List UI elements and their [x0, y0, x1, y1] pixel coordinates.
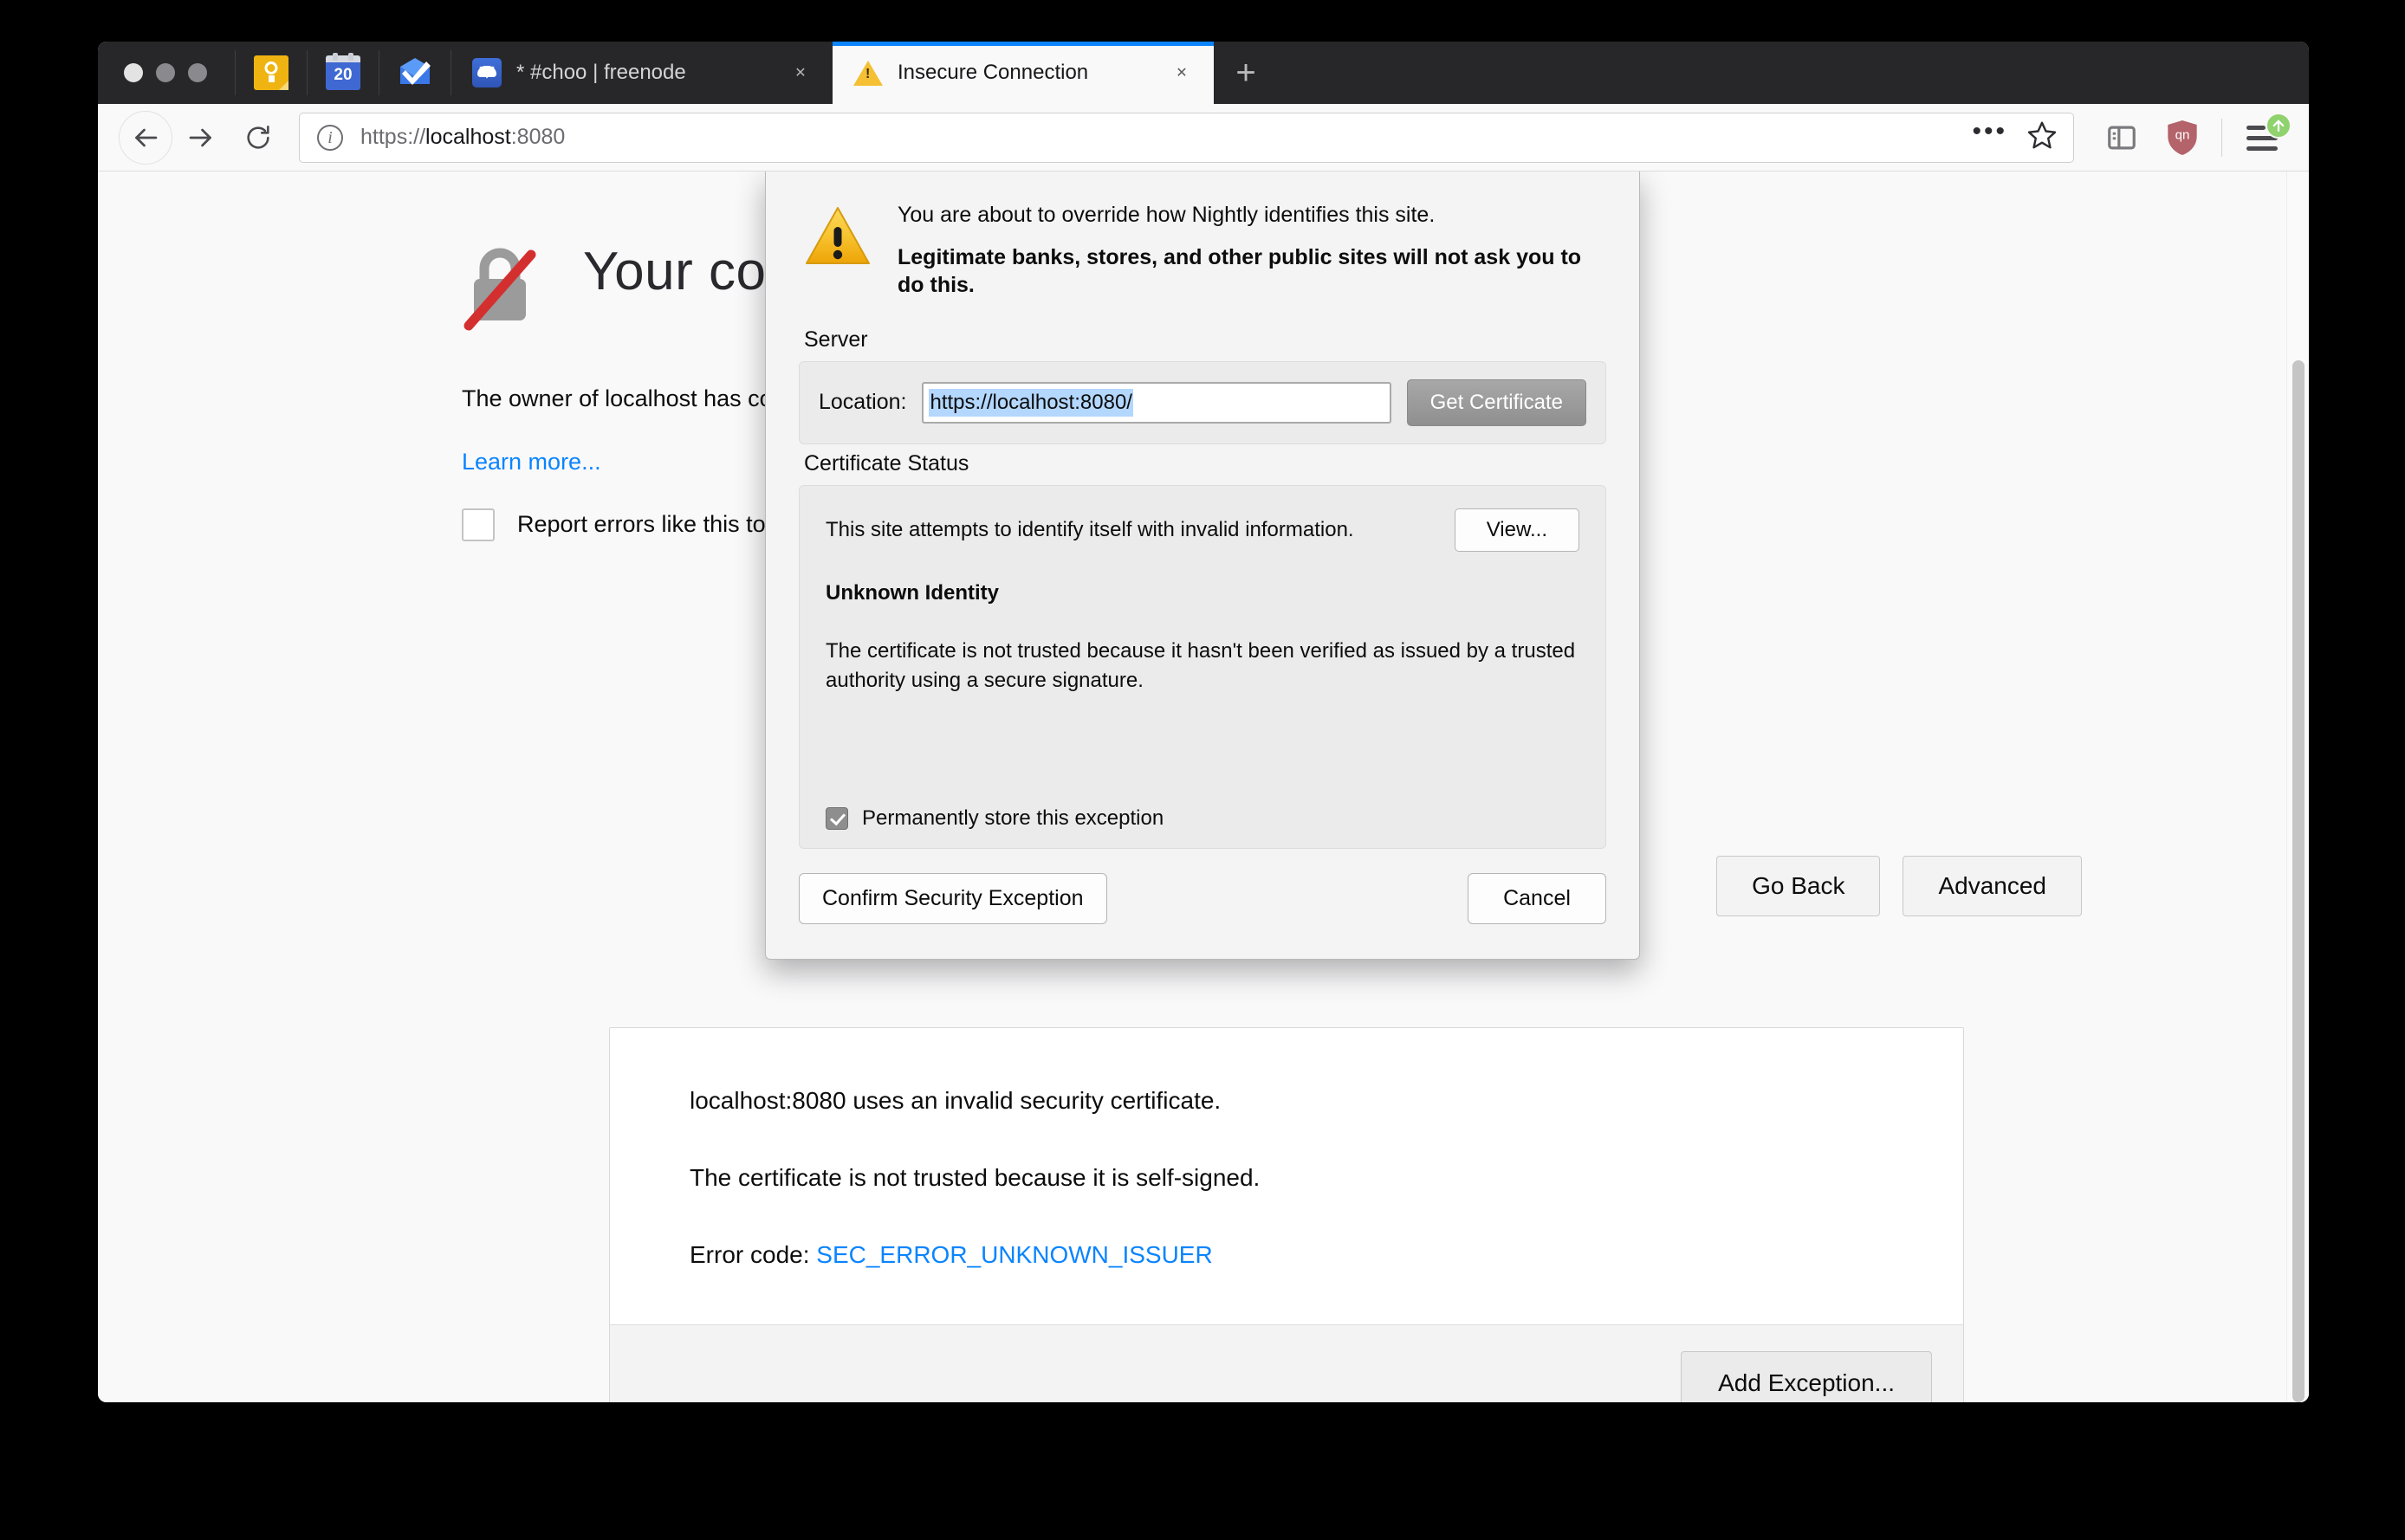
update-available-badge[interactable] — [2266, 112, 2292, 139]
error-code-prefix: Error code: — [690, 1241, 817, 1269]
location-input[interactable]: https://localhost:8080/ — [922, 381, 1391, 424]
calendar-day-number: 20 — [334, 66, 353, 84]
pinned-tab-keep[interactable] — [236, 42, 307, 104]
error-code-link[interactable]: SEC_ERROR_UNKNOWN_ISSUER — [816, 1241, 1212, 1268]
page-actions-icon[interactable]: ••• — [1963, 118, 2016, 157]
advanced-button[interactable]: Advanced — [1903, 856, 2082, 916]
tab-close-icon[interactable]: ✕ — [1165, 56, 1198, 89]
location-label: Location: — [819, 390, 907, 414]
learn-more-link[interactable]: Learn more... — [462, 449, 601, 476]
certificate-status-heading: Unknown Identity — [826, 580, 999, 605]
tab-choo-freenode[interactable]: * #choo | freenode ✕ — [451, 42, 833, 104]
advanced-panel-body: localhost:8080 uses an invalid security … — [610, 1028, 1963, 1324]
broken-lock-icon — [462, 243, 538, 333]
star-icon[interactable] — [2026, 120, 2058, 155]
window-close-button[interactable] — [124, 63, 143, 82]
certificate-status-group: This site attempts to identify itself wi… — [799, 484, 1606, 849]
browser-window: 20 * #choo | freenode ✕ Insecure Conn — [98, 42, 2309, 1402]
dialog-intro-text: You are about to override how Nightly id… — [898, 203, 1436, 227]
svg-text:ub: ub — [2175, 128, 2190, 143]
tab-strip: 20 * #choo | freenode ✕ Insecure Conn — [98, 42, 2309, 104]
dialog-header: You are about to override how Nightly id… — [766, 171, 1639, 320]
advanced-line-invalid-cert: localhost:8080 uses an invalid security … — [690, 1087, 1222, 1114]
new-tab-button[interactable]: + — [1214, 42, 1278, 104]
window-traffic-lights — [98, 42, 235, 104]
advanced-panel-footer: Add Exception... — [610, 1323, 1963, 1402]
tab-close-icon[interactable]: ✕ — [784, 56, 817, 89]
report-errors-checkbox[interactable] — [462, 508, 495, 541]
permanently-store-checkbox[interactable] — [826, 806, 848, 830]
pinned-tab-inbox[interactable] — [379, 42, 451, 104]
server-group-label: Server — [804, 327, 868, 352]
pinned-tab-calendar[interactable]: 20 — [308, 42, 379, 104]
location-input-value: https://localhost:8080/ — [929, 388, 1133, 417]
dialog-footer: Confirm Security Exception Cancel — [766, 849, 1639, 959]
page-scrollbar[interactable] — [2286, 171, 2309, 1402]
hamburger-menu-icon[interactable] — [2234, 111, 2292, 165]
sidebar-icon[interactable] — [2095, 111, 2149, 165]
cancel-button[interactable]: Cancel — [1468, 872, 1606, 924]
address-bar[interactable]: i https://localhost:8080 ••• — [299, 112, 2074, 163]
server-group: Location: https://localhost:8080/ Get Ce… — [799, 360, 1606, 444]
url-text: https://localhost:8080 — [360, 125, 1963, 150]
advanced-error-code-row: Error code: SEC_ERROR_UNKNOWN_ISSUER — [690, 1238, 1883, 1271]
keep-icon — [254, 55, 288, 90]
go-back-button[interactable]: Go Back — [1716, 856, 1881, 916]
warning-triangle-icon — [804, 204, 872, 300]
certificate-status-group-label: Certificate Status — [804, 450, 969, 476]
inbox-icon — [398, 55, 432, 90]
advanced-line-self-signed: The certificate is not trusted because i… — [690, 1164, 1261, 1192]
page-viewport: Your connection is not secure The owner … — [98, 171, 2309, 1402]
back-button[interactable] — [119, 110, 172, 165]
window-minimize-button[interactable] — [156, 63, 175, 82]
advanced-panel: localhost:8080 uses an invalid security … — [609, 1027, 1964, 1402]
certificate-status-body: The certificate is not trusted because i… — [826, 638, 1576, 693]
page-scrollbar-thumb[interactable] — [2292, 360, 2305, 1402]
certificate-status-summary: This site attempts to identify itself wi… — [826, 517, 1354, 541]
hangouts-icon — [472, 58, 502, 87]
dialog-warning-text: Legitimate banks, stores, and other publ… — [898, 244, 1582, 298]
url-host: localhost — [425, 125, 511, 149]
site-info-icon[interactable]: i — [317, 124, 343, 151]
calendar-icon: 20 — [326, 53, 360, 90]
add-exception-button[interactable]: Add Exception... — [1681, 1350, 1932, 1402]
toolbar-divider — [2221, 118, 2222, 157]
url-scheme: https:// — [360, 125, 426, 149]
reload-button[interactable] — [230, 109, 287, 166]
view-certificate-button[interactable]: View... — [1454, 508, 1579, 552]
navigation-toolbar: i https://localhost:8080 ••• ub — [98, 104, 2309, 171]
window-maximize-button[interactable] — [188, 63, 207, 82]
confirm-security-exception-button[interactable]: Confirm Security Exception — [799, 872, 1107, 924]
warning-icon — [853, 58, 883, 87]
url-port: :8080 — [510, 125, 566, 149]
tab-insecure-connection[interactable]: Insecure Connection ✕ — [833, 42, 1214, 104]
tab-title: Insecure Connection — [898, 61, 1089, 84]
forward-button[interactable] — [172, 109, 230, 166]
error-action-buttons: Go Back Advanced — [1716, 856, 2082, 916]
ublock-shield-icon[interactable]: ub — [2155, 111, 2209, 165]
get-certificate-button[interactable]: Get Certificate — [1406, 379, 1586, 426]
tab-title: * #choo | freenode — [516, 61, 686, 84]
permanently-store-row[interactable]: Permanently store this exception — [826, 806, 1164, 831]
add-security-exception-dialog: You are about to override how Nightly id… — [765, 171, 1640, 960]
permanently-store-label: Permanently store this exception — [862, 806, 1164, 830]
